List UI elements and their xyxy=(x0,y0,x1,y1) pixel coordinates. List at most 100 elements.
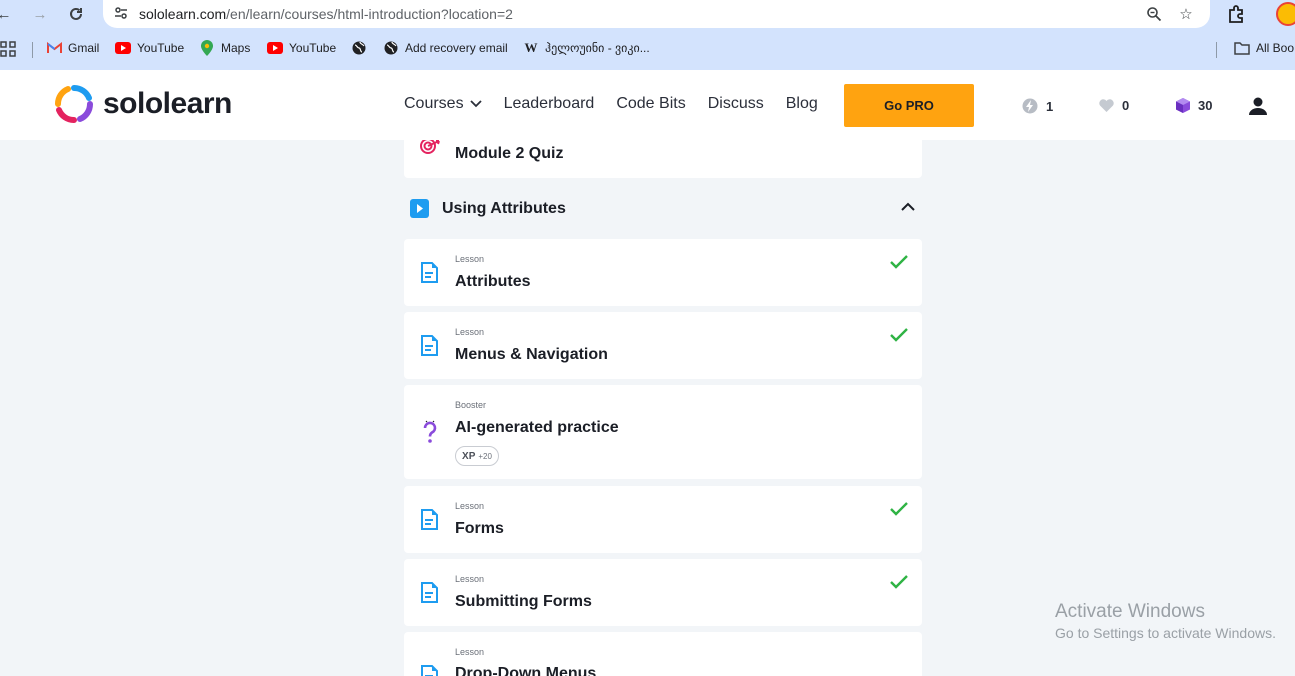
lesson-document-icon xyxy=(421,665,438,676)
play-icon xyxy=(410,199,429,218)
streak-counter[interactable]: 1 xyxy=(1022,98,1053,114)
main-nav: Courses Leaderboard Code Bits Discuss Bl… xyxy=(404,95,818,113)
bookmark-youtube-2[interactable]: YouTube xyxy=(267,41,336,55)
globe-icon xyxy=(383,41,399,55)
user-profile-icon[interactable] xyxy=(1248,96,1268,116)
module-header[interactable]: Using Attributes xyxy=(404,178,922,238)
xp-label: XP xyxy=(462,450,476,462)
profile-avatar-icon[interactable] xyxy=(1276,2,1295,26)
globe-icon xyxy=(351,41,367,55)
url-path: /en/learn/courses/html-introduction?loca… xyxy=(226,6,513,22)
address-bar[interactable]: sololearn.com/en/learn/courses/html-intr… xyxy=(103,0,1210,28)
browser-chrome: ← → sololearn.com/en/learn/courses/html-… xyxy=(0,0,1295,70)
bookmark-add-recovery-email[interactable]: Add recovery email xyxy=(383,41,508,55)
bookmark-separator xyxy=(1216,42,1217,58)
url-host: sololearn.com xyxy=(139,6,227,22)
bookmark-star-icon[interactable]: ☆ xyxy=(1177,5,1195,23)
address-row: ← → sololearn.com/en/learn/courses/html-… xyxy=(0,0,1295,28)
item-type: Lesson xyxy=(455,647,485,657)
item-type: Lesson xyxy=(455,254,485,264)
lesson-card-forms[interactable]: Lesson Forms xyxy=(404,486,922,553)
bookmarks-bar: Gmail YouTube Maps YouTube Add recovery … xyxy=(0,38,1295,62)
cube-icon xyxy=(1176,98,1190,113)
nav-courses[interactable]: Courses xyxy=(404,95,482,113)
go-pro-button[interactable]: Go PRO xyxy=(844,84,974,127)
item-title: Forms xyxy=(455,520,504,537)
nav-discuss[interactable]: Discuss xyxy=(708,95,764,113)
url-text: sololearn.com/en/learn/courses/html-intr… xyxy=(139,6,513,22)
bookmark-label: ჰელოუინი - ვიკი... xyxy=(545,41,650,55)
youtube-icon xyxy=(267,41,283,55)
bookmark-gmail[interactable]: Gmail xyxy=(46,41,99,55)
target-icon xyxy=(420,140,440,154)
windows-activation-watermark: Activate Windows Go to Settings to activ… xyxy=(1055,601,1276,641)
all-bookmarks-label: All Boo xyxy=(1256,41,1295,55)
chevron-up-icon[interactable] xyxy=(900,200,916,214)
lesson-card-menus-navigation[interactable]: Lesson Menus & Navigation xyxy=(404,312,922,379)
item-type: Lesson xyxy=(455,327,485,337)
lesson-document-icon xyxy=(421,262,438,283)
bookmark-label: Maps xyxy=(221,41,251,55)
nav-courses-label: Courses xyxy=(404,95,464,112)
lesson-document-icon xyxy=(421,335,438,356)
item-title: Attributes xyxy=(455,273,531,290)
bits-count: 30 xyxy=(1198,98,1213,113)
lesson-card-drop-down-menus[interactable]: Lesson Drop-Down Menus xyxy=(404,632,922,676)
folder-icon xyxy=(1234,41,1250,55)
bookmark-label: YouTube xyxy=(289,41,337,55)
all-bookmarks[interactable]: All Boo xyxy=(1234,41,1294,55)
wikipedia-icon: W xyxy=(524,40,538,55)
heart-icon xyxy=(1099,99,1114,112)
site-header: sololearn Courses Leaderboard Code Bits … xyxy=(0,70,1295,140)
module-quiz-card[interactable]: Module 2 Quiz xyxy=(404,140,922,178)
sololearn-logo-icon xyxy=(55,85,93,123)
bookmark-globe[interactable] xyxy=(351,41,367,55)
back-arrow-icon[interactable]: ← xyxy=(0,4,14,24)
bookmark-maps[interactable]: Maps xyxy=(199,40,251,56)
bookmark-youtube-1[interactable]: YouTube xyxy=(115,41,184,55)
youtube-icon xyxy=(115,41,131,55)
xp-amount: +20 xyxy=(478,451,492,461)
bookmark-label: Gmail xyxy=(68,41,100,55)
lesson-card-attributes[interactable]: Lesson Attributes xyxy=(404,239,922,306)
item-type: Lesson xyxy=(455,501,485,511)
bookmark-separator xyxy=(32,42,33,58)
reload-icon[interactable] xyxy=(66,4,86,24)
quiz-title: Module 2 Quiz xyxy=(455,145,564,162)
site-settings-icon[interactable] xyxy=(113,5,129,21)
maps-icon xyxy=(199,40,215,56)
gmail-icon xyxy=(46,41,62,55)
zoom-icon[interactable] xyxy=(1145,5,1163,23)
course-module-list: Module 2 Quiz Using Attributes Lesson At… xyxy=(404,140,922,676)
watermark-subtitle: Go to Settings to activate Windows. xyxy=(1055,625,1276,641)
lesson-card-submitting-forms[interactable]: Lesson Submitting Forms xyxy=(404,559,922,626)
booster-card-ai-practice[interactable]: Booster AI-generated practice XP +20 xyxy=(404,385,922,479)
nav-leaderboard[interactable]: Leaderboard xyxy=(504,95,595,113)
bookmark-wikipedia[interactable]: W ჰელოუინი - ვიკი... xyxy=(523,40,650,55)
item-title: Drop-Down Menus xyxy=(455,665,597,676)
extensions-icon[interactable] xyxy=(1226,4,1246,24)
bookmark-label: Add recovery email xyxy=(405,41,508,55)
forward-arrow-icon[interactable]: → xyxy=(30,4,50,24)
watermark-title: Activate Windows xyxy=(1055,601,1205,622)
module-title: Using Attributes xyxy=(442,200,566,217)
checkmark-icon xyxy=(890,502,908,516)
xp-reward-badge: XP +20 xyxy=(455,446,499,466)
apps-grid-icon[interactable] xyxy=(0,41,16,57)
logo-text: sololearn xyxy=(103,87,232,120)
item-type: Lesson xyxy=(455,574,485,584)
hearts-count: 0 xyxy=(1122,98,1130,113)
hearts-counter[interactable]: 0 xyxy=(1099,98,1129,113)
bookmark-label: YouTube xyxy=(137,41,185,55)
nav-blog[interactable]: Blog xyxy=(786,95,818,113)
checkmark-icon xyxy=(890,328,908,342)
item-title: Submitting Forms xyxy=(455,593,592,610)
streak-count: 1 xyxy=(1046,98,1054,114)
checkmark-icon xyxy=(890,575,908,589)
chevron-down-icon xyxy=(469,100,482,108)
bits-counter[interactable]: 30 xyxy=(1176,98,1212,113)
nav-code-bits[interactable]: Code Bits xyxy=(616,95,685,113)
item-title: Menus & Navigation xyxy=(455,346,608,363)
sololearn-logo[interactable]: sololearn xyxy=(55,85,232,123)
lightning-icon xyxy=(1022,98,1038,114)
